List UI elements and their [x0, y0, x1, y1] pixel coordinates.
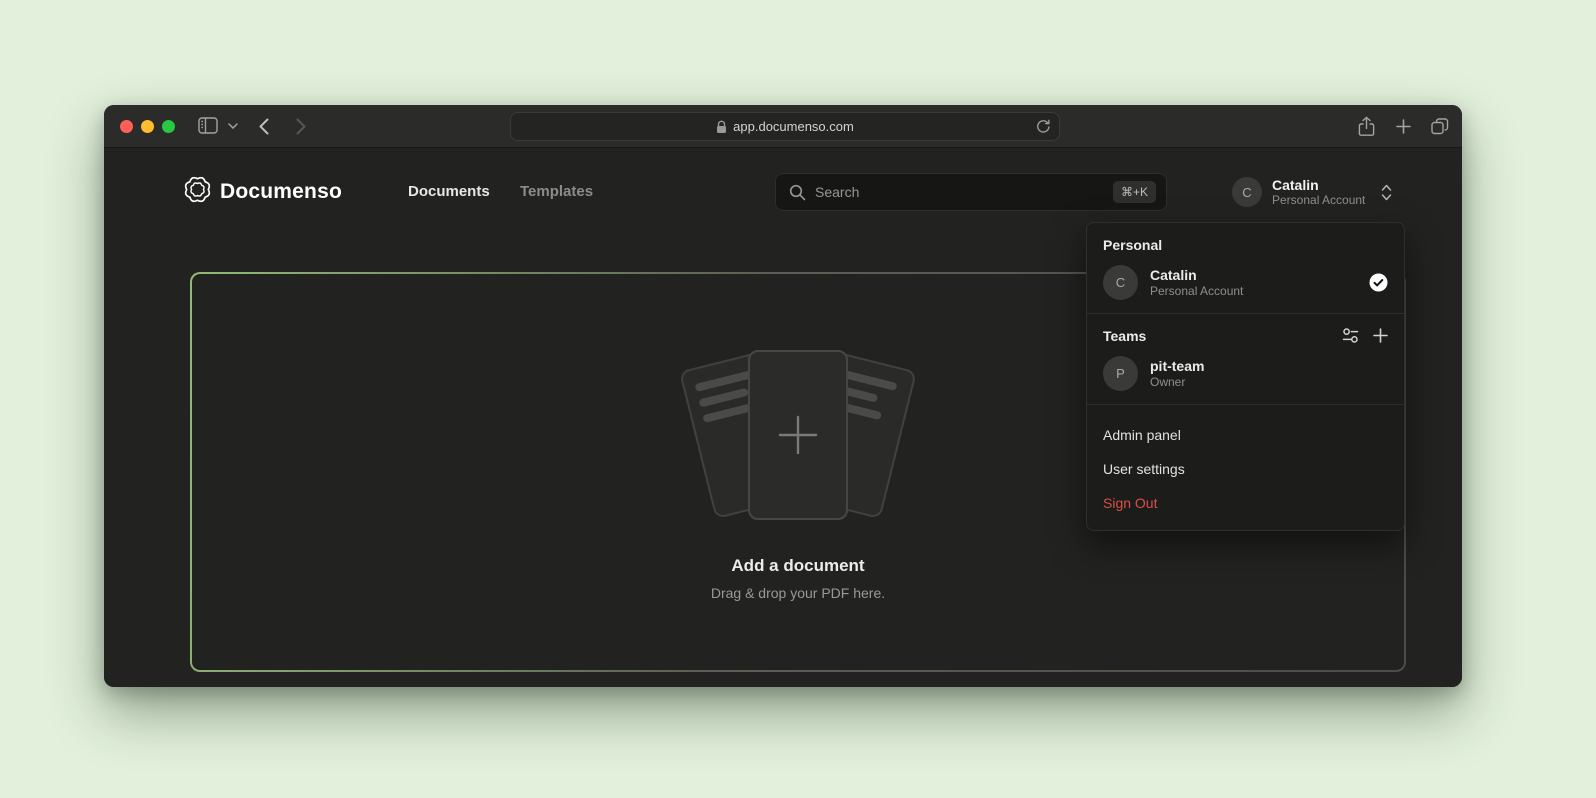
avatar: C — [1232, 177, 1262, 207]
share-icon — [1358, 116, 1375, 137]
search-bar[interactable]: ⌘+K — [775, 173, 1167, 211]
team-avatar: P — [1103, 356, 1138, 391]
account-menu-button[interactable]: C Catalin Personal Account — [1232, 177, 1392, 207]
brand-logo[interactable]: Documenso — [184, 176, 342, 208]
team-item[interactable]: P pit-team Owner — [1103, 356, 1388, 391]
create-team-button[interactable] — [1373, 328, 1388, 343]
back-button[interactable] — [259, 118, 269, 135]
account-subtitle: Personal Account — [1150, 284, 1243, 299]
avatar: C — [1103, 265, 1138, 300]
account-subtitle: Personal Account — [1272, 193, 1365, 207]
browser-window: app.documenso.com — [104, 105, 1462, 687]
share-button[interactable] — [1358, 116, 1375, 137]
account-name: Catalin — [1272, 177, 1365, 193]
minimize-window-button[interactable] — [141, 120, 154, 133]
document-cards-illustration — [688, 350, 908, 522]
document-card-center — [748, 350, 848, 520]
selected-check-icon — [1369, 273, 1388, 292]
documenso-app: Documenso Documents Templates ⌘+K C Cata… — [104, 148, 1462, 687]
teams-section-heading: Teams — [1103, 328, 1328, 344]
tabs-overview-icon — [1431, 118, 1449, 135]
add-plus-icon — [775, 412, 821, 458]
browser-toolbar: app.documenso.com — [104, 105, 1462, 148]
menu-item-sign-out[interactable]: Sign Out — [1103, 486, 1388, 520]
documenso-logo-icon — [184, 176, 211, 208]
forward-arrow-icon — [296, 118, 306, 135]
search-input[interactable] — [815, 184, 1104, 200]
reload-button[interactable] — [1036, 119, 1050, 134]
account-name: Catalin — [1150, 267, 1243, 284]
manage-teams-button[interactable] — [1342, 327, 1359, 344]
search-shortcut-badge: ⌘+K — [1113, 181, 1156, 203]
sidebar-icon — [198, 117, 218, 134]
plus-icon — [1396, 119, 1411, 134]
personal-account-item[interactable]: C Catalin Personal Account — [1103, 265, 1388, 300]
menu-item-user-settings[interactable]: User settings — [1103, 452, 1388, 486]
personal-section-heading: Personal — [1103, 237, 1388, 253]
address-bar[interactable]: app.documenso.com — [510, 112, 1060, 141]
zoom-window-button[interactable] — [162, 120, 175, 133]
team-name: pit-team — [1150, 358, 1204, 375]
chevrons-up-down-icon — [1381, 184, 1392, 201]
url-text: app.documenso.com — [733, 119, 854, 134]
search-icon — [789, 184, 806, 201]
brand-name: Documenso — [220, 180, 342, 204]
team-role: Owner — [1150, 375, 1204, 390]
lock-icon — [716, 120, 727, 134]
nav-templates[interactable]: Templates — [520, 183, 593, 200]
dropzone-subtitle: Drag & drop your PDF here. — [711, 585, 885, 601]
back-arrow-icon — [259, 118, 269, 135]
close-window-button[interactable] — [120, 120, 133, 133]
sidebar-menu-chevron-button[interactable] — [228, 123, 238, 129]
menu-separator — [1087, 404, 1404, 405]
menu-item-admin-panel[interactable]: Admin panel — [1103, 418, 1388, 452]
chevron-down-icon — [228, 123, 238, 129]
forward-button[interactable] — [296, 118, 306, 135]
nav-documents[interactable]: Documents — [408, 183, 490, 200]
traffic-lights — [120, 120, 175, 133]
dropzone-title: Add a document — [731, 556, 864, 576]
new-tab-button[interactable] — [1396, 119, 1411, 134]
menu-separator — [1087, 313, 1404, 314]
account-dropdown-menu: Personal C Catalin Personal Account Team — [1086, 222, 1405, 531]
sidebar-toggle-button[interactable] — [198, 117, 218, 134]
teams-section-header: Teams — [1103, 327, 1388, 344]
tab-overview-button[interactable] — [1431, 118, 1449, 135]
